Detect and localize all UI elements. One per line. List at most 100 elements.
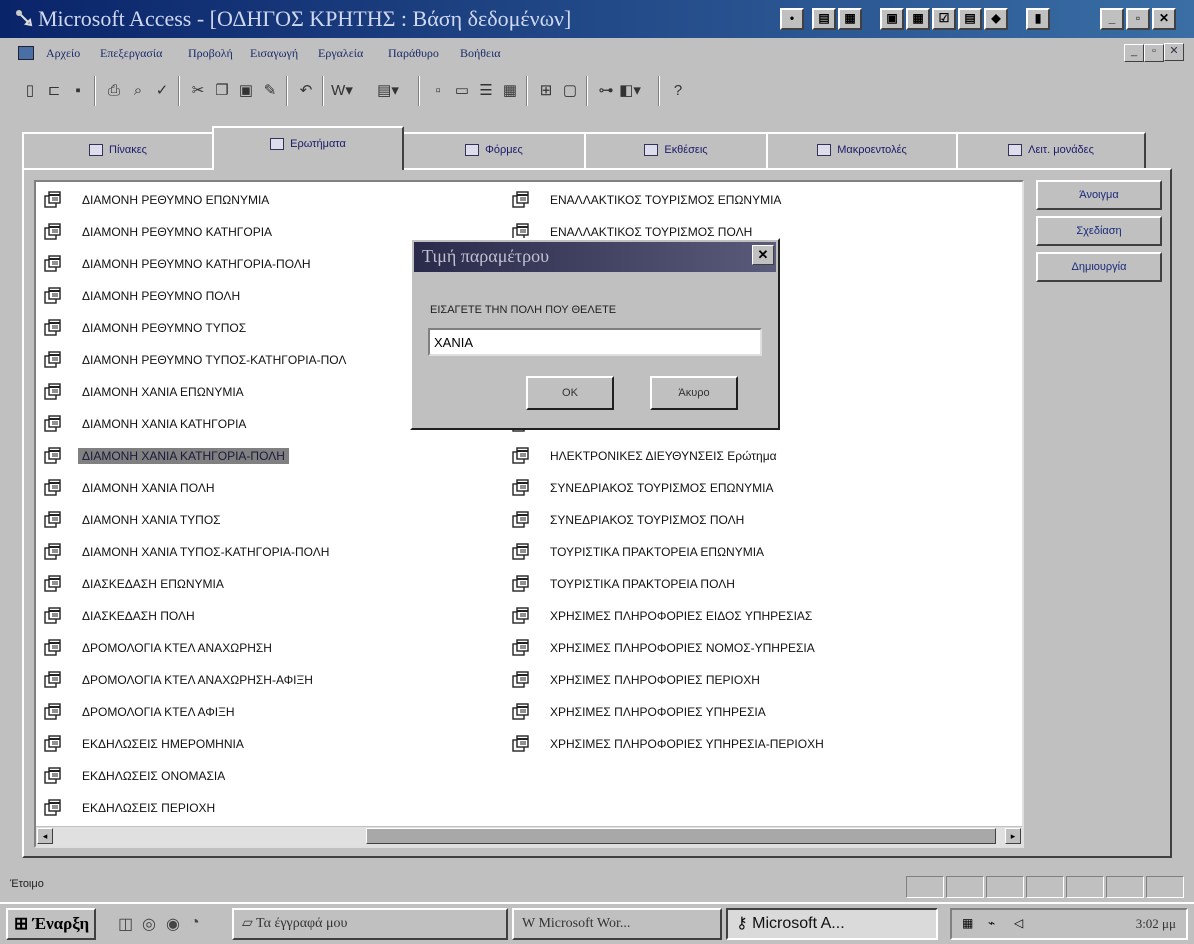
task-my-documents[interactable]: ▱ Τα έγγραφά μου — [232, 908, 508, 940]
toolbar-pin-icon[interactable]: • — [780, 8, 804, 30]
taskbar-app-icon[interactable]: ▦ — [838, 8, 862, 30]
desktop-icon[interactable]: ◫ — [118, 914, 133, 934]
maximize-button[interactable]: ▫ — [1126, 8, 1150, 30]
properties-icon[interactable]: ▢ — [558, 78, 582, 104]
analyze-icon[interactable]: ▤▾ — [376, 78, 400, 104]
table-icon — [89, 144, 104, 157]
menu-help[interactable]: Βοήθεια — [460, 46, 501, 61]
scroll-left-arrow-icon[interactable]: ◂ — [37, 828, 53, 844]
spelling-icon[interactable]: ✓ — [150, 78, 174, 104]
tab-label: Πίνακες — [109, 144, 147, 156]
query-name: ΗΛΕΚΤΡΟΝΙΚΕΣ ΔΙΕΥΘΥΝΣΕΙΣ Ερώτημα — [550, 449, 777, 463]
access-icon: ⚷ — [736, 915, 748, 932]
list-view-icon[interactable]: ☰ — [474, 78, 498, 104]
query-icon — [44, 351, 61, 368]
query-icon — [44, 799, 61, 816]
details-view-icon[interactable]: ▦ — [498, 78, 522, 104]
mdi-close-button[interactable]: ✕ — [1164, 43, 1184, 61]
menu-window[interactable]: Παράθυρο — [388, 46, 439, 61]
new-button[interactable]: Δημιουργία — [1036, 252, 1162, 282]
start-label: Έναρξη — [32, 914, 90, 933]
dialog-title-bar[interactable]: Τιμή παραμέτρου — [414, 242, 776, 272]
title-bar[interactable]: Microsoft Access - [ΟΔΗΓΟΣ ΚΡΗΤΗΣ : Βάση… — [0, 0, 1194, 38]
new-icon[interactable]: ▯ — [18, 78, 42, 104]
query-name: ΕΚΔΗΛΩΣΕΙΣ ΠΕΡΙΟΧΗ — [82, 801, 216, 815]
query-icon — [44, 415, 61, 432]
save-icon[interactable]: ▪ — [66, 78, 90, 104]
cancel-button[interactable]: Άκυρο — [650, 376, 738, 410]
small-icons-icon[interactable]: ▫ — [426, 78, 450, 104]
scroll-right-arrow-icon[interactable]: ▸ — [1005, 828, 1021, 844]
query-name: ΔΙΑΜΟΝΗ ΧΑΝΙΑ ΕΠΩΝΥΜΙΑ — [82, 385, 244, 399]
tab-label: Μακροεντολές — [837, 144, 907, 156]
print-icon[interactable]: ⎙ — [102, 78, 126, 104]
window-icon[interactable]: ▤ — [958, 8, 982, 30]
tab-queries[interactable]: Ερωτήματα — [212, 126, 404, 170]
system-tray: ▦ ⌁ ◁ 3:02 μμ — [950, 908, 1188, 940]
gem-icon[interactable]: ◆ — [984, 8, 1008, 30]
menu-file[interactable]: Αρχείο — [46, 46, 80, 61]
task-word[interactable]: W Microsoft Wor... — [512, 908, 722, 940]
query-icon — [44, 479, 61, 496]
mdi-restore-button[interactable]: ▫ — [1144, 44, 1164, 62]
grid-icon[interactable]: ▦ — [906, 8, 930, 30]
status-cell — [906, 876, 944, 898]
parameter-input[interactable] — [428, 328, 762, 356]
query-name: ΕΝΑΛΛΑΚΤΙΚΟΣ ΤΟΥΡΙΣΜΟΣ ΕΠΩΝΥΜΙΑ — [550, 193, 782, 207]
mdi-minimize-button[interactable]: _ — [1124, 44, 1144, 62]
help-icon[interactable]: ? — [666, 78, 690, 104]
paste-icon[interactable]: ▣ — [234, 78, 258, 104]
volume-icon[interactable]: ◁ — [1014, 916, 1023, 930]
browser-icon[interactable]: ◎ — [142, 914, 156, 934]
open-button[interactable]: Άνοιγμα — [1036, 180, 1162, 210]
query-icon — [512, 479, 529, 496]
tab-label: Εκθέσεις — [664, 144, 708, 156]
mdi-controls: _ ▫ ✕ — [1124, 42, 1184, 62]
outlook-icon[interactable]: ◉ — [166, 914, 180, 934]
tab-reports[interactable]: Εκθέσεις — [584, 132, 768, 168]
query-icon — [44, 607, 61, 624]
tab-modules[interactable]: Λειτ. μονάδες — [956, 132, 1146, 168]
scroll-thumb[interactable] — [366, 828, 996, 844]
status-cell — [946, 876, 984, 898]
network-icon[interactable]: ⌁ — [988, 916, 995, 930]
dialog-close-button[interactable]: ✕ — [752, 245, 774, 265]
print-preview-icon[interactable]: ⌕ — [126, 78, 150, 104]
undo-icon[interactable]: ↶ — [294, 78, 318, 104]
menu-edit[interactable]: Επεξεργασία — [100, 46, 162, 61]
menu-insert[interactable]: Εισαγωγή — [250, 46, 298, 61]
tab-macros[interactable]: Μακροεντολές — [766, 132, 958, 168]
query-icon — [44, 543, 61, 560]
tab-tables[interactable]: Πίνακες — [22, 132, 214, 168]
cut-icon[interactable]: ✂ — [186, 78, 210, 104]
menu-view[interactable]: Προβολή — [188, 46, 233, 61]
relationships-icon[interactable]: ⊶ — [594, 78, 618, 104]
database-icon[interactable] — [18, 46, 34, 60]
dialog-prompt: ΕΙΣΑΓΕΤΕ ΤΗΝ ΠΟΛΗ ΠΟΥ ΘΕΛΕΤΕ — [430, 304, 617, 316]
new-object-icon[interactable]: ◧▾ — [618, 78, 642, 104]
tab-forms[interactable]: Φόρμες — [402, 132, 586, 168]
close-button[interactable]: ✕ — [1152, 8, 1176, 30]
horizontal-scrollbar[interactable]: ◂ ▸ — [36, 826, 1022, 846]
code-icon[interactable]: ⊞ — [534, 78, 558, 104]
copy-icon[interactable]: ❐ — [210, 78, 234, 104]
query-name: ΔΙΑΣΚΕΔΑΣΗ ΠΟΛΗ — [82, 609, 195, 623]
design-button[interactable]: Σχεδίαση — [1036, 216, 1162, 246]
check-icon[interactable]: ☑ — [932, 8, 956, 30]
large-icons-icon[interactable]: ▭ — [450, 78, 474, 104]
channels-icon[interactable]: ◔ — [190, 914, 200, 932]
format-painter-icon[interactable]: ✎ — [258, 78, 282, 104]
office-links-icon[interactable]: W▾ — [330, 78, 354, 104]
taskbar-app-icon[interactable]: ▣ — [880, 8, 904, 30]
open-folder-icon[interactable]: ⊏ — [42, 78, 66, 104]
status-text: Έτοιμο — [10, 878, 44, 890]
query-icon — [44, 191, 61, 208]
minimize-button[interactable]: _ — [1100, 8, 1124, 30]
chart-icon[interactable]: ▮ — [1026, 8, 1050, 30]
language-icon[interactable]: ▦ — [962, 916, 973, 930]
start-button[interactable]: ⊞ Έναρξη — [6, 908, 96, 940]
task-access[interactable]: ⚷ Microsoft A... — [726, 908, 938, 940]
menu-tools[interactable]: Εργαλεία — [318, 46, 363, 61]
taskbar-app-icon[interactable]: ▤ — [812, 8, 836, 30]
ok-button[interactable]: OK — [526, 376, 614, 410]
